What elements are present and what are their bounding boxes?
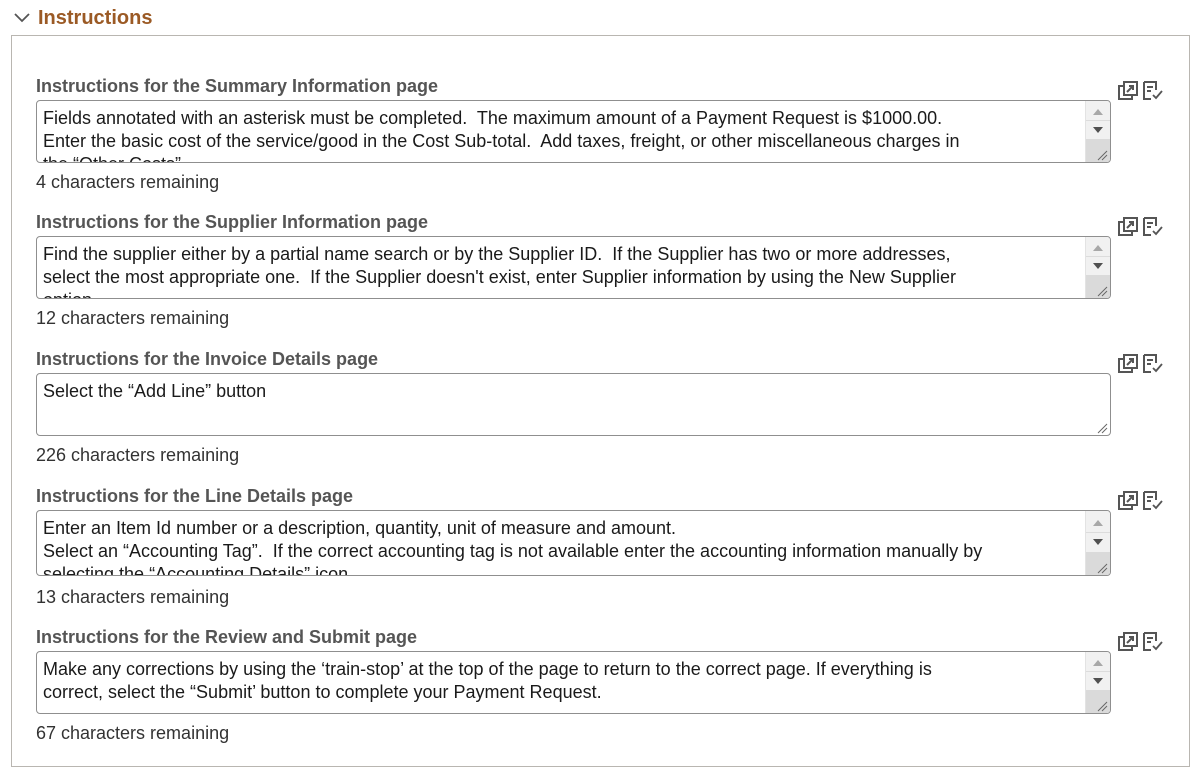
field-label: Instructions for the Invoice Details pag…	[36, 349, 379, 369]
spell-check-icon[interactable]	[1142, 353, 1164, 375]
expand-window-icon[interactable]	[1118, 80, 1140, 102]
resize-handle-icon[interactable]	[1096, 561, 1108, 574]
field-icons	[1118, 631, 1164, 653]
scroll-up-arrow-icon[interactable]	[1086, 239, 1110, 257]
section-title: Instructions	[38, 6, 153, 29]
expand-window-icon[interactable]	[1118, 631, 1140, 653]
scroll-up-arrow-icon[interactable]	[1086, 654, 1110, 672]
textarea-text[interactable]: Enter an Item Id number or a description…	[43, 517, 1080, 575]
spell-check-icon[interactable]	[1142, 490, 1164, 512]
chevron-down-icon[interactable]	[12, 8, 32, 28]
expand-window-icon[interactable]	[1118, 216, 1140, 238]
resize-handle-icon[interactable]	[1096, 148, 1108, 161]
instructions-panel: Instructions for the Summary Information…	[11, 35, 1190, 767]
scroll-up-arrow-icon[interactable]	[1086, 103, 1110, 121]
field-icons	[1118, 353, 1164, 375]
resize-handle-icon[interactable]	[1096, 421, 1108, 434]
instructions-textarea-supplier[interactable]: Find the supplier either by a partial na…	[36, 236, 1111, 299]
field-label: Instructions for the Line Details page	[36, 486, 354, 506]
textarea-text[interactable]: Make any corrections by using the ‘train…	[43, 658, 1080, 704]
characters-remaining: 13 characters remaining	[36, 587, 230, 607]
instructions-textarea-line-details[interactable]: Enter an Item Id number or a description…	[36, 510, 1111, 576]
field-icons	[1118, 80, 1164, 102]
instructions-textarea-invoice-details[interactable]: Select the “Add Line” button	[36, 373, 1111, 436]
scroll-down-arrow-icon[interactable]	[1086, 671, 1110, 690]
textarea-text[interactable]: Find the supplier either by a partial na…	[43, 243, 1080, 298]
resize-handle-icon[interactable]	[1096, 699, 1108, 712]
spell-check-icon[interactable]	[1142, 631, 1164, 653]
section-header-instructions[interactable]: Instructions	[12, 4, 152, 32]
instructions-textarea-summary[interactable]: Fields annotated with an asterisk must b…	[36, 100, 1111, 163]
expand-window-icon[interactable]	[1118, 490, 1140, 512]
scroll-down-arrow-icon[interactable]	[1086, 120, 1110, 139]
field-label: Instructions for the Review and Submit p…	[36, 627, 418, 647]
textarea-text[interactable]: Select the “Add Line” button	[43, 380, 1080, 403]
spell-check-icon[interactable]	[1142, 80, 1164, 102]
resize-handle-icon[interactable]	[1096, 284, 1108, 297]
instructions-textarea-review-submit[interactable]: Make any corrections by using the ‘train…	[36, 651, 1111, 714]
characters-remaining: 226 characters remaining	[36, 445, 240, 465]
spell-check-icon[interactable]	[1142, 216, 1164, 238]
characters-remaining: 67 characters remaining	[36, 723, 230, 743]
characters-remaining: 4 characters remaining	[36, 172, 220, 192]
characters-remaining: 12 characters remaining	[36, 308, 230, 328]
scroll-up-arrow-icon[interactable]	[1086, 514, 1110, 532]
field-label: Instructions for the Summary Information…	[36, 76, 439, 96]
scroll-down-arrow-icon[interactable]	[1086, 256, 1110, 275]
field-icons	[1118, 490, 1164, 512]
scroll-down-arrow-icon[interactable]	[1086, 532, 1110, 551]
field-icons	[1118, 216, 1164, 238]
textarea-text[interactable]: Fields annotated with an asterisk must b…	[43, 107, 1080, 162]
expand-window-icon[interactable]	[1118, 353, 1140, 375]
field-label: Instructions for the Supplier Informatio…	[36, 212, 429, 232]
